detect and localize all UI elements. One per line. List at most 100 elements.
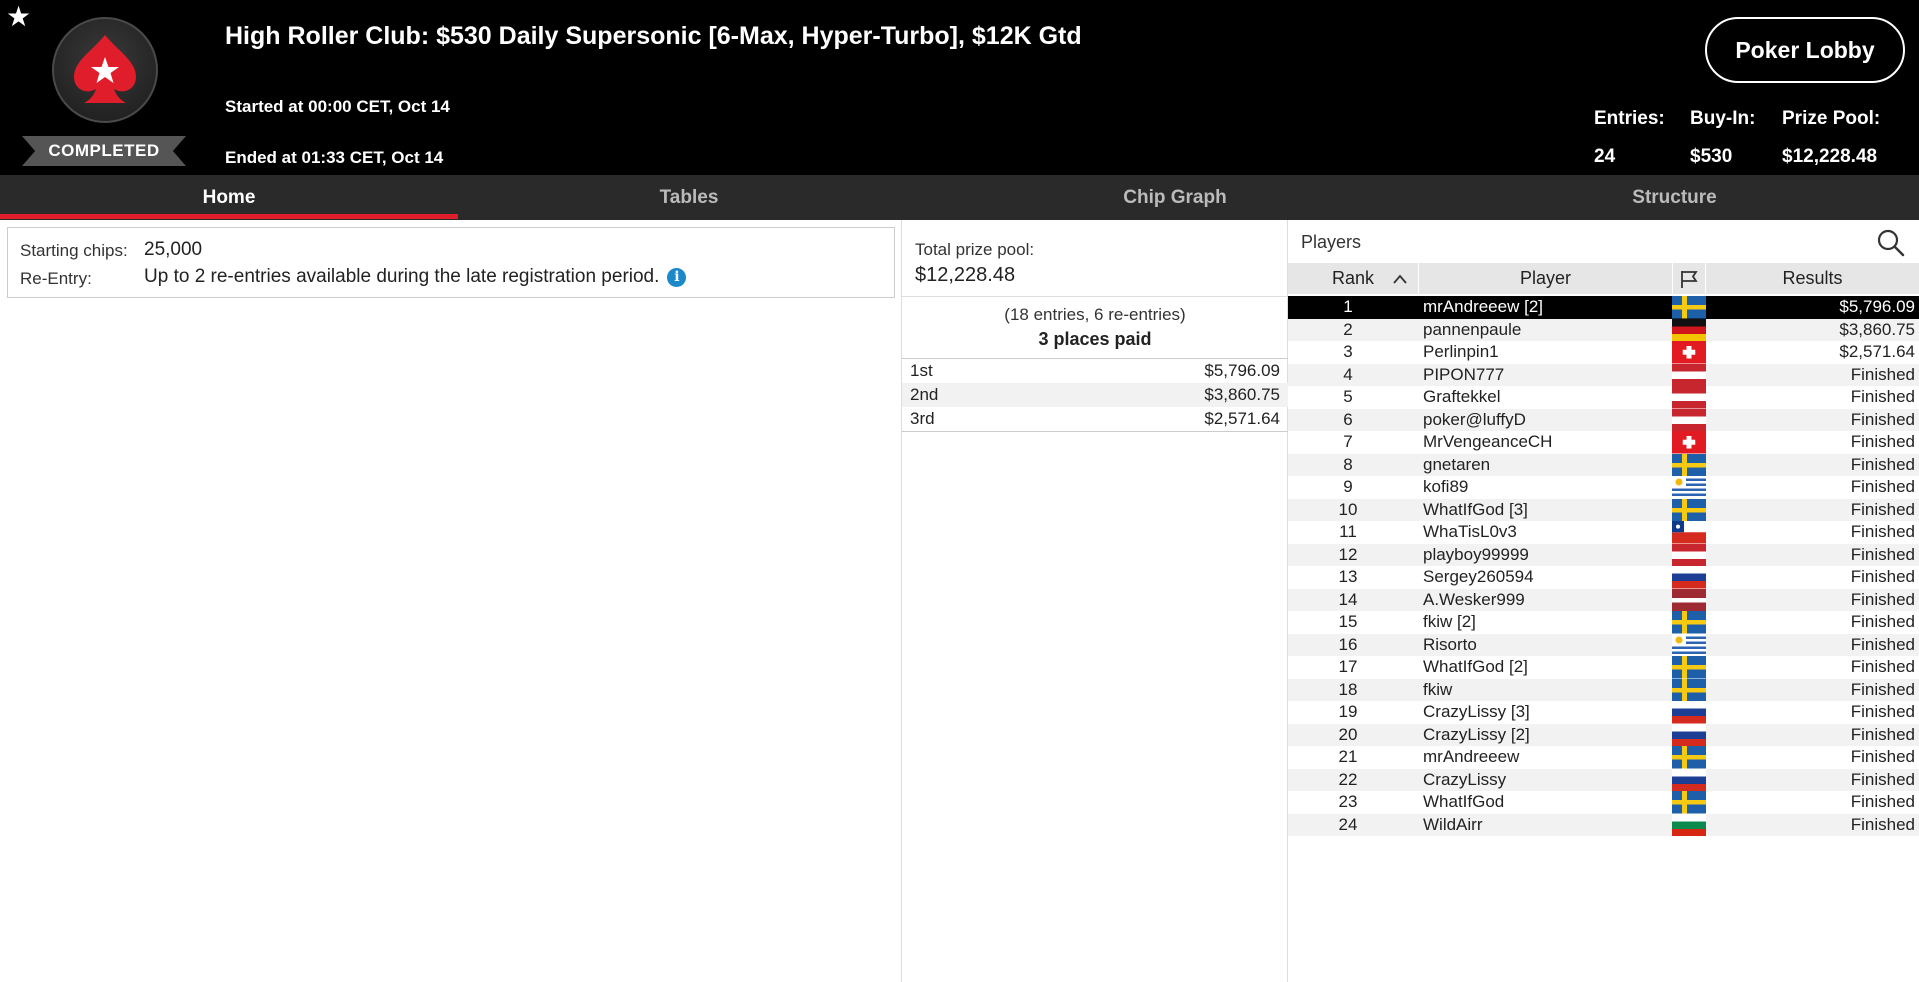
entries-label: Entries: bbox=[1594, 108, 1665, 129]
player-row[interactable]: 15 fkiw [2] Finished bbox=[1288, 611, 1919, 634]
search-icon[interactable] bbox=[1876, 228, 1906, 258]
payout-amount: $5,796.09 bbox=[1204, 361, 1280, 380]
player-name: fkiw bbox=[1423, 679, 1453, 699]
players-panel: Players Rank Player Results 1 mrAndreeew … bbox=[1288, 220, 1919, 982]
player-name: CrazyLissy bbox=[1423, 769, 1507, 789]
country-flag-icon bbox=[1672, 318, 1706, 341]
tab-chip-graph[interactable]: Chip Graph bbox=[920, 175, 1430, 220]
tab-structure[interactable]: Structure bbox=[1430, 175, 1919, 220]
player-result: Finished bbox=[1850, 769, 1915, 789]
player-result: Finished bbox=[1850, 657, 1915, 676]
spade-icon bbox=[74, 35, 136, 103]
info-icon[interactable]: i bbox=[667, 268, 687, 287]
player-name: Sergey260594 bbox=[1423, 567, 1534, 586]
player-name: mrAndreeew [2] bbox=[1423, 297, 1543, 316]
info-box: Starting chips: 25,000 Re-Entry: Up to 2… bbox=[7, 227, 895, 298]
payout-row: 1st $5,796.09 bbox=[902, 359, 1288, 383]
country-flag-icon bbox=[1672, 566, 1706, 589]
player-row[interactable]: 2 pannenpaule $3,860.75 bbox=[1288, 318, 1919, 341]
player-rank: 15 bbox=[1338, 612, 1358, 631]
player-row[interactable]: 19 CrazyLissy [3] Finished bbox=[1288, 701, 1919, 724]
country-flag-icon bbox=[1672, 633, 1706, 656]
country-flag-icon bbox=[1672, 363, 1706, 386]
end-time: Ended at 01:33 CET, Oct 14 bbox=[225, 148, 444, 167]
places-paid: 3 places paid bbox=[1038, 329, 1152, 349]
player-rank: 24 bbox=[1338, 814, 1358, 834]
player-name: gnetaren bbox=[1423, 454, 1491, 474]
player-row[interactable]: 6 poker@luffyD Finished bbox=[1288, 408, 1919, 431]
player-row[interactable]: 13 Sergey260594 Finished bbox=[1288, 566, 1919, 589]
player-row[interactable]: 5 Graftekkel Finished bbox=[1288, 386, 1919, 409]
player-row[interactable]: 21 mrAndreeew Finished bbox=[1288, 746, 1919, 769]
player-result: $3,860.75 bbox=[1839, 319, 1915, 339]
player-name: mrAndreeew bbox=[1423, 747, 1520, 766]
player-name: WhatIfGod [3] bbox=[1423, 499, 1528, 519]
player-row[interactable]: 10 WhatIfGod [3] Finished bbox=[1288, 498, 1919, 521]
entries-value: 24 bbox=[1594, 146, 1616, 167]
player-row[interactable]: 14 A.Wesker999 Finished bbox=[1288, 588, 1919, 611]
player-row[interactable]: 20 CrazyLissy [2] Finished bbox=[1288, 723, 1919, 746]
payout-row: 2nd $3,860.75 bbox=[902, 383, 1288, 407]
player-name: fkiw [2] bbox=[1423, 612, 1476, 631]
player-row[interactable]: 18 fkiw Finished bbox=[1288, 678, 1919, 701]
payout-list: 1st $5,796.09 2nd $3,860.75 3rd $2,571.6… bbox=[902, 358, 1288, 432]
country-flag-icon bbox=[1672, 386, 1706, 409]
rank-column-header[interactable]: Rank bbox=[1288, 263, 1418, 294]
favorite-star-icon[interactable]: ★ bbox=[6, 3, 32, 31]
player-name: kofi89 bbox=[1423, 477, 1469, 496]
starting-chips-label: Starting chips: bbox=[20, 241, 128, 260]
country-flag-icon bbox=[1672, 723, 1706, 746]
prize-pool-label: Total prize pool: bbox=[915, 240, 1035, 259]
player-row[interactable]: 12 playboy99999 Finished bbox=[1288, 543, 1919, 566]
country-flag-icon bbox=[1672, 296, 1706, 319]
player-rank: 21 bbox=[1338, 747, 1358, 766]
player-result: Finished bbox=[1850, 544, 1915, 564]
player-row[interactable]: 23 WhatIfGod Finished bbox=[1288, 791, 1919, 814]
pokerstars-logo bbox=[52, 17, 158, 123]
player-result: Finished bbox=[1850, 409, 1915, 429]
player-rank: 22 bbox=[1338, 769, 1358, 789]
players-title: Players bbox=[1301, 232, 1362, 252]
player-rank: 13 bbox=[1338, 567, 1358, 586]
country-flag-icon bbox=[1672, 813, 1706, 836]
player-row[interactable]: 3 Perlinpin1 $2,571.64 bbox=[1288, 341, 1919, 364]
player-result: $2,571.64 bbox=[1839, 342, 1915, 361]
player-row[interactable]: 24 WildAirr Finished bbox=[1288, 813, 1919, 836]
player-row[interactable]: 7 MrVengeanceCH Finished bbox=[1288, 431, 1919, 454]
player-row[interactable]: 22 CrazyLissy Finished bbox=[1288, 768, 1919, 791]
tab-tables[interactable]: Tables bbox=[458, 175, 920, 220]
country-flag-icon bbox=[1672, 498, 1706, 521]
player-row[interactable]: 1 mrAndreeew [2] $5,796.09 bbox=[1288, 296, 1919, 319]
flag-column-header[interactable] bbox=[1673, 263, 1705, 294]
player-result: Finished bbox=[1850, 454, 1915, 474]
reentry-info: Up to 2 re-entries available during the … bbox=[144, 266, 687, 288]
player-column-header[interactable]: Player bbox=[1419, 263, 1672, 294]
player-row[interactable]: 11 WhaTisL0v3 Finished bbox=[1288, 521, 1919, 544]
player-row[interactable]: 16 Risorto Finished bbox=[1288, 633, 1919, 656]
player-name: WhaTisL0v3 bbox=[1423, 522, 1517, 541]
prize-pool-value: $12,228.48 bbox=[915, 264, 1016, 286]
player-result: Finished bbox=[1850, 634, 1915, 654]
player-row[interactable]: 17 WhatIfGod [2] Finished bbox=[1288, 656, 1919, 679]
payout-place: 3rd bbox=[910, 409, 935, 428]
player-list: 1 mrAndreeew [2] $5,796.09 2 pannenpaule $3,8… bbox=[1288, 296, 1919, 836]
status-text: COMPLETED bbox=[48, 141, 160, 160]
poker-lobby-button[interactable]: Poker Lobby bbox=[1705, 17, 1905, 83]
player-result: $5,796.09 bbox=[1839, 297, 1915, 316]
player-rank: 8 bbox=[1343, 454, 1353, 474]
reentry-label: Re-Entry: bbox=[20, 269, 92, 288]
player-result: Finished bbox=[1850, 364, 1915, 384]
results-column-header[interactable]: Results bbox=[1706, 263, 1919, 294]
player-rank: 16 bbox=[1338, 634, 1358, 654]
player-result: Finished bbox=[1850, 792, 1915, 811]
player-rank: 19 bbox=[1338, 702, 1358, 721]
reentry-value: Up to 2 re-entries available during the … bbox=[144, 266, 660, 287]
player-result: Finished bbox=[1850, 387, 1915, 406]
player-row[interactable]: 8 gnetaren Finished bbox=[1288, 453, 1919, 476]
player-name: MrVengeanceCH bbox=[1423, 432, 1553, 451]
player-row[interactable]: 9 kofi89 Finished bbox=[1288, 476, 1919, 499]
player-rank: 14 bbox=[1338, 589, 1358, 609]
player-row[interactable]: 4 PIPON777 Finished bbox=[1288, 363, 1919, 386]
country-flag-icon bbox=[1672, 768, 1706, 791]
rank-header-label: Rank bbox=[1331, 268, 1375, 288]
